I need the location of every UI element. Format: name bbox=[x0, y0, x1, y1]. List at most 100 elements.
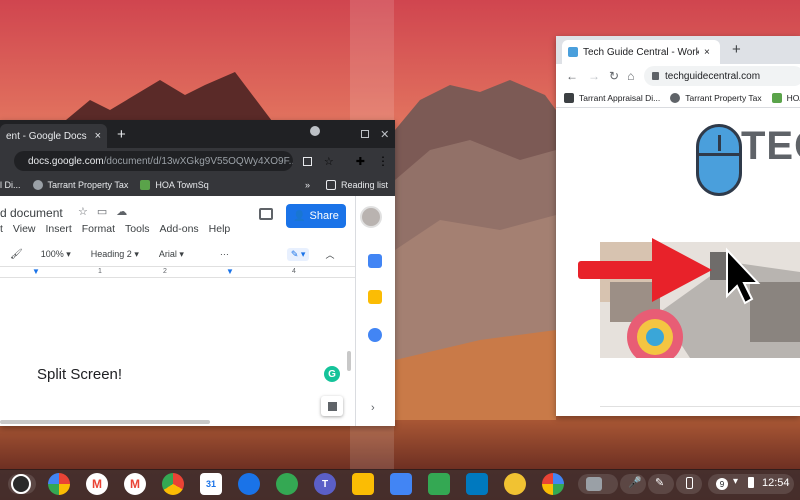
mic-icon[interactable]: 🎤 bbox=[628, 476, 642, 489]
document-title[interactable]: d document bbox=[0, 206, 63, 220]
menu-format[interactable]: Format bbox=[82, 223, 115, 235]
comment-icon[interactable] bbox=[259, 208, 273, 220]
menu-addons[interactable]: Add-ons bbox=[160, 223, 199, 235]
right-bookmarks-bar: Tarrant Appraisal Di... Tarrant Property… bbox=[556, 88, 800, 108]
bookmark-item[interactable]: l Di... bbox=[0, 180, 21, 190]
teams-icon[interactable]: T bbox=[314, 473, 336, 495]
zoom-select[interactable]: 100% ▾ bbox=[41, 249, 71, 260]
site-logo-text[interactable]: TEC bbox=[741, 124, 800, 169]
globe-icon bbox=[32, 180, 43, 190]
docs-icon[interactable] bbox=[390, 473, 412, 495]
calendar-icon[interactable] bbox=[368, 254, 382, 268]
maximize-icon[interactable] bbox=[360, 130, 369, 138]
trello-icon[interactable] bbox=[466, 473, 488, 495]
chromeos-shelf: M M 31 T 🎤 ✎ 9 ▾ 12:54 bbox=[0, 469, 800, 500]
close-icon[interactable]: × bbox=[704, 47, 710, 58]
tab-search-icon[interactable] bbox=[310, 126, 320, 136]
style-select[interactable]: Heading 2 ▾ bbox=[91, 249, 139, 260]
gallery-icon[interactable] bbox=[586, 477, 602, 491]
new-tab-button[interactable]: + bbox=[117, 126, 126, 143]
sheets-icon[interactable] bbox=[428, 473, 450, 495]
menu-help[interactable]: Help bbox=[209, 223, 231, 235]
chrome-icon[interactable] bbox=[162, 473, 184, 495]
window-buttons: ✕ bbox=[355, 120, 395, 148]
extensions-icon[interactable]: ✚ bbox=[356, 155, 365, 168]
expand-panel-icon[interactable]: › bbox=[371, 402, 375, 414]
menu-edit[interactable]: t bbox=[0, 223, 3, 235]
wifi-icon: ▾ bbox=[733, 476, 739, 487]
document-body-text[interactable]: Split Screen! bbox=[37, 366, 122, 383]
tasks-icon[interactable] bbox=[368, 328, 382, 342]
explore-button[interactable] bbox=[321, 396, 343, 416]
keep-icon[interactable] bbox=[368, 290, 382, 304]
star-icon[interactable]: ☆ bbox=[78, 205, 88, 218]
font-select[interactable]: Arial ▾ bbox=[159, 249, 184, 260]
more-tools-icon[interactable]: ··· bbox=[220, 249, 229, 259]
url-host: docs.google.com bbox=[28, 155, 104, 167]
paint-format-icon[interactable]: 🖌 bbox=[10, 249, 23, 260]
hero-image[interactable] bbox=[600, 242, 800, 358]
tech-guide-mouse-logo-icon[interactable] bbox=[696, 124, 742, 196]
address-bar[interactable]: techguidecentral.com bbox=[644, 66, 800, 86]
indent-marker-left[interactable]: ▼ bbox=[32, 267, 40, 276]
url: techguidecentral.com bbox=[665, 70, 761, 82]
gmail-icon[interactable]: M bbox=[124, 473, 146, 495]
bookmarks-overflow[interactable]: » bbox=[305, 180, 310, 190]
close-icon[interactable]: × bbox=[95, 130, 101, 142]
bookmark-item[interactable]: Tarrant Property Tax bbox=[32, 180, 128, 190]
messages-icon[interactable] bbox=[238, 473, 260, 495]
stylus-icon[interactable]: ✎ bbox=[655, 476, 664, 489]
keep-icon[interactable] bbox=[352, 473, 374, 495]
share-page-icon[interactable] bbox=[303, 156, 312, 166]
back-icon[interactable]: ← bbox=[566, 69, 578, 83]
horizontal-scrollbar[interactable] bbox=[0, 420, 210, 424]
home-icon[interactable]: ⌂ bbox=[627, 69, 634, 83]
new-tab-button[interactable]: + bbox=[732, 41, 741, 58]
notification-badge[interactable]: 9 bbox=[716, 478, 728, 490]
menu-insert[interactable]: Insert bbox=[46, 223, 72, 235]
collapse-icon[interactable]: ︿ bbox=[325, 248, 334, 261]
bookmark-item[interactable]: HOA TownSq bbox=[140, 180, 209, 190]
phone-hub-icon[interactable] bbox=[686, 477, 693, 489]
share-button[interactable]: 👤 Share bbox=[286, 204, 346, 228]
docs-toolbar: 🖌 100% ▾ Heading 2 ▾ Arial ▾ ··· ✎ ▾ ︿ bbox=[0, 244, 355, 264]
reload-icon[interactable]: ↻ bbox=[609, 69, 619, 83]
content-divider bbox=[600, 406, 800, 407]
menu-dots-icon[interactable]: ⋮ bbox=[377, 154, 389, 168]
address-bar[interactable]: docs.google.com/document/d/13wXGkg9V55OQ… bbox=[14, 151, 294, 171]
bookmark-item[interactable]: Tarrant Appraisal Di... bbox=[564, 92, 660, 103]
play-store-icon[interactable] bbox=[542, 473, 564, 495]
forward-icon[interactable]: → bbox=[588, 69, 600, 83]
photos-icon[interactable] bbox=[48, 473, 70, 495]
avatar[interactable] bbox=[360, 206, 382, 228]
bookmark-star-icon[interactable]: ☆ bbox=[324, 155, 334, 168]
explore-icon bbox=[327, 401, 337, 411]
docs-editor: d document ☆ ▭ ☁ 👤 Share t View Insert F… bbox=[0, 196, 355, 426]
indent-marker-right[interactable]: ▼ bbox=[226, 267, 234, 276]
bookmark-item[interactable]: HOA bbox=[771, 92, 800, 103]
canary-icon[interactable] bbox=[504, 473, 526, 495]
launcher-icon[interactable] bbox=[11, 474, 31, 494]
docs-side-panel: › bbox=[355, 196, 395, 426]
move-icon[interactable]: ▭ bbox=[97, 205, 107, 218]
calendar-icon[interactable]: 31 bbox=[200, 473, 222, 495]
menu-view[interactable]: View bbox=[13, 223, 36, 235]
left-tab-strip: ent - Google Docs × + bbox=[0, 120, 395, 148]
left-browser-window: ent - Google Docs × + ✕ docs.google.com /… bbox=[0, 120, 395, 426]
clock[interactable]: 12:54 bbox=[762, 477, 790, 489]
vertical-scrollbar[interactable] bbox=[347, 351, 351, 371]
ruler-mark: 1 bbox=[98, 268, 102, 275]
tab-tech-guide-central[interactable]: Tech Guide Central - Workflow m × bbox=[562, 40, 720, 64]
gmail-icon[interactable]: M bbox=[86, 473, 108, 495]
phone-icon[interactable] bbox=[276, 473, 298, 495]
tab-google-docs[interactable]: ent - Google Docs × bbox=[0, 124, 108, 148]
close-window-icon[interactable]: ✕ bbox=[380, 128, 389, 141]
editing-mode-icon[interactable]: ✎ ▾ bbox=[286, 247, 310, 261]
bookmark-item[interactable]: Tarrant Property Tax bbox=[670, 92, 762, 103]
reading-list[interactable]: Reading list bbox=[326, 180, 388, 190]
ruler[interactable]: ▼ 1 2 3 ▼ 4 bbox=[0, 266, 355, 278]
ruler-mark: 4 bbox=[292, 268, 296, 275]
grammarly-icon[interactable]: G bbox=[324, 366, 340, 382]
url-path: /document/d/13wXGkg9V55OQWy4XO9F... bbox=[103, 155, 294, 167]
menu-tools[interactable]: Tools bbox=[125, 223, 150, 235]
